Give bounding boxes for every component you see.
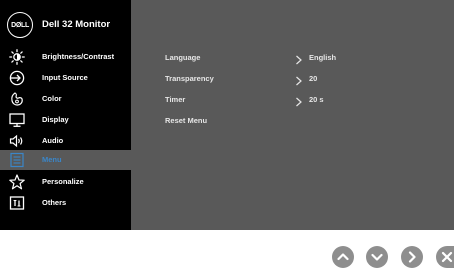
color-palette-icon xyxy=(9,91,25,107)
row-value: 20 s xyxy=(309,95,324,104)
row-label: Timer xyxy=(165,95,186,104)
monitor-title: Dell 32 Monitor xyxy=(42,19,111,30)
chevron-right-icon xyxy=(295,73,303,86)
row-label: Language xyxy=(165,53,201,62)
speaker-icon xyxy=(9,133,25,149)
close-icon xyxy=(441,251,453,263)
sidebar-item-label: Brightness/Contrast xyxy=(42,52,115,61)
row-label: Transparency xyxy=(165,74,214,83)
sidebar-item-label: Display xyxy=(42,115,69,124)
sidebar-item-label: Color xyxy=(42,94,62,103)
menu-list-icon xyxy=(9,152,25,168)
sidebar-item-menu[interactable]: Menu xyxy=(0,150,131,170)
row-value: 20 xyxy=(309,74,318,83)
sidebar-item-personalize[interactable]: Personalize xyxy=(0,172,131,192)
osd-window: DØLL Dell 32 Monitor Brightness/Contrast xyxy=(0,0,454,230)
row-value: English xyxy=(309,53,337,62)
sidebar-item-label: Input Source xyxy=(42,73,88,82)
star-icon xyxy=(9,174,25,190)
dell-logo: DØLL xyxy=(7,12,33,38)
sidebar-item-color[interactable]: Color xyxy=(0,89,131,109)
chevron-right-icon xyxy=(295,52,303,65)
sun-icon xyxy=(9,49,25,65)
sidebar-item-label: Personalize xyxy=(42,177,84,186)
input-arrow-icon xyxy=(9,70,25,86)
chevron-right-icon xyxy=(295,94,303,107)
sidebar-item-brightness-contrast[interactable]: Brightness/Contrast xyxy=(0,47,131,67)
sidebar-item-audio[interactable]: Audio xyxy=(0,131,131,151)
osd-sidebar: DØLL Dell 32 Monitor Brightness/Contrast xyxy=(0,0,131,230)
down-button[interactable] xyxy=(366,246,388,268)
chevron-up-icon xyxy=(337,253,349,261)
menu-row-language[interactable]: Language English xyxy=(165,53,425,67)
up-button[interactable] xyxy=(332,246,354,268)
sidebar-item-others[interactable]: Others xyxy=(0,193,131,213)
menu-row-transparency[interactable]: Transparency 20 xyxy=(165,74,425,88)
chevron-right-icon xyxy=(408,251,416,263)
row-label: Reset Menu xyxy=(165,116,208,125)
menu-row-reset-menu[interactable]: Reset Menu xyxy=(165,116,425,130)
info-box-icon xyxy=(9,195,25,211)
display-monitor-icon xyxy=(9,112,25,128)
sidebar-item-label: Others xyxy=(42,198,67,207)
sidebar-item-display[interactable]: Display xyxy=(0,110,131,130)
exit-button[interactable] xyxy=(436,246,454,268)
right-button[interactable] xyxy=(401,246,423,268)
chevron-down-icon xyxy=(371,253,383,261)
osd-content-panel xyxy=(131,0,454,230)
menu-row-timer[interactable]: Timer 20 s xyxy=(165,95,425,109)
sidebar-item-label: Audio xyxy=(42,136,64,145)
osd-header: DØLL Dell 32 Monitor xyxy=(0,0,131,38)
sidebar-item-label: Menu xyxy=(42,155,62,164)
sidebar-item-input-source[interactable]: Input Source xyxy=(0,68,131,88)
